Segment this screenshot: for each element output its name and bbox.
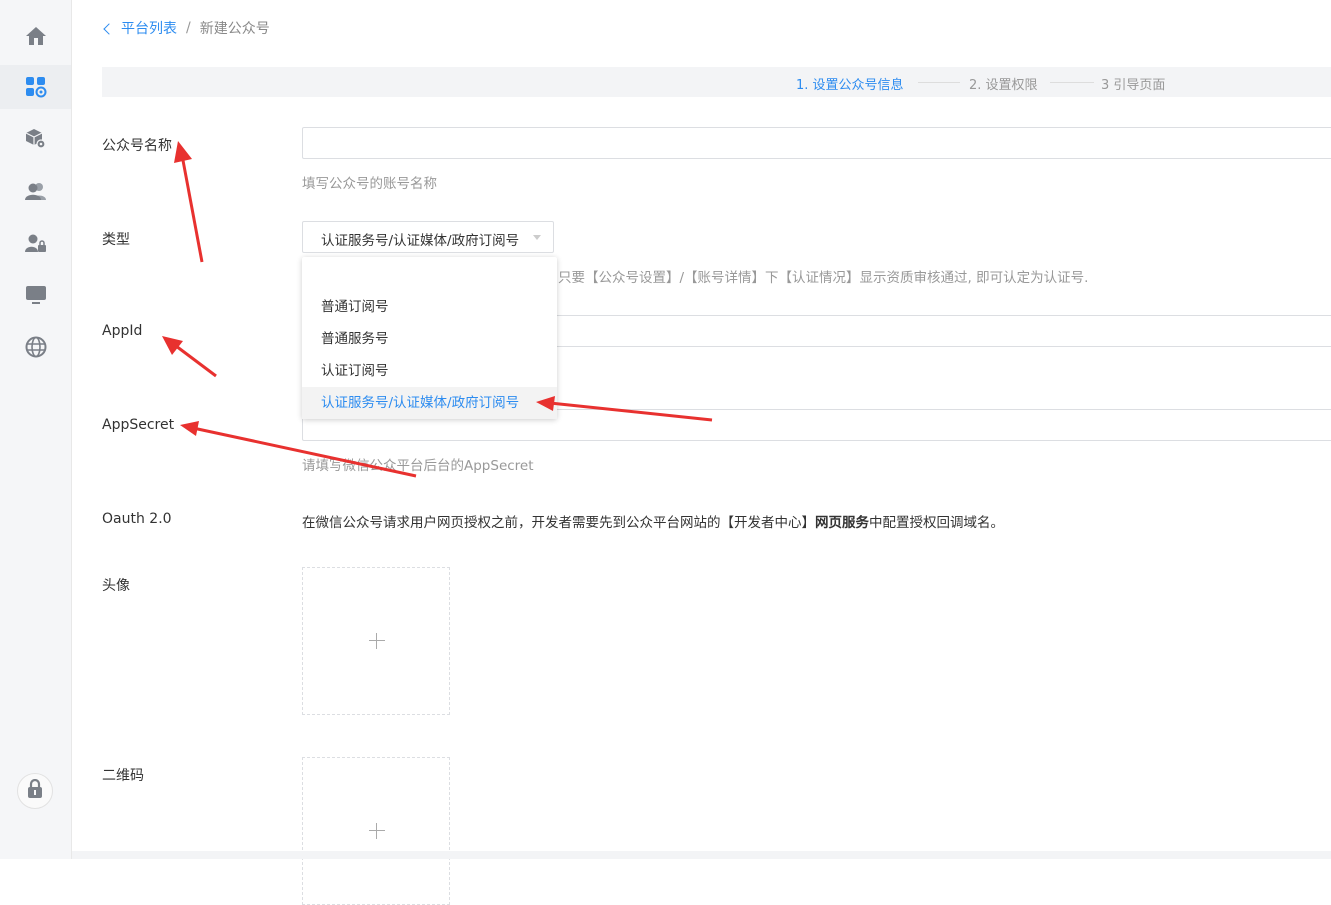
avatar-label: 头像 (102, 578, 130, 594)
breadcrumb-separator: / (186, 20, 191, 36)
step-1: 1. 设置公众号信息 (796, 78, 904, 93)
bottom-strip (72, 851, 1331, 859)
plus-icon (369, 633, 385, 649)
type-option[interactable]: 普通订阅号 (302, 291, 557, 323)
type-dropdown: 普通订阅号 普通服务号 认证订阅号 认证服务号/认证媒体/政府订阅号 (302, 257, 557, 419)
type-label: 类型 (102, 232, 130, 248)
qrcode-upload[interactable] (302, 757, 450, 905)
name-help: 填写公众号的账号名称 (302, 176, 437, 192)
apps-gear-icon (25, 76, 47, 98)
step-connector (1050, 82, 1094, 83)
cube-gear-icon (25, 128, 47, 150)
type-option[interactable]: 普通服务号 (302, 323, 557, 355)
sidebar-item-modules[interactable] (0, 117, 71, 161)
type-select[interactable]: 认证服务号/认证媒体/政府订阅号 (302, 221, 554, 253)
users-icon (24, 181, 47, 201)
sidebar-item-apps[interactable] (0, 65, 71, 109)
caret-down-icon (533, 235, 541, 240)
breadcrumb: 平台列表 / 新建公众号 (103, 18, 270, 38)
type-select-value: 认证服务号/认证媒体/政府订阅号 (321, 233, 520, 249)
home-icon (25, 26, 47, 46)
lock-button[interactable] (17, 773, 53, 809)
steps-bar: 1. 设置公众号信息 2. 设置权限 3 引导页面 (102, 67, 1331, 97)
step-2: 2. 设置权限 (969, 78, 1038, 93)
name-label: 公众号名称 (102, 138, 172, 154)
sidebar-item-home[interactable] (0, 14, 71, 58)
sidebar (0, 0, 72, 859)
oauth-description: 在微信公众号请求用户网页授权之前，开发者需要先到公众平台网站的【开发者中心】网页… (302, 511, 1004, 531)
monitor-icon (25, 285, 47, 305)
oauth-text-part: 在微信公众号请求用户网页授权之前，开发者需要先到公众平台网站的【开发者中心】 (302, 515, 815, 531)
breadcrumb-back-link[interactable]: 平台列表 (103, 18, 177, 38)
chevron-left-icon (103, 22, 115, 35)
appsecret-help: 请填写微信公众平台后台的AppSecret (302, 458, 534, 474)
step-3: 3 引导页面 (1101, 78, 1166, 93)
oauth-text-bold: 网页服务 (815, 515, 869, 531)
sidebar-item-users[interactable] (0, 169, 71, 213)
sidebar-item-global[interactable] (0, 325, 71, 369)
user-lock-icon (24, 233, 47, 253)
oauth-text-part: 中配置授权回调域名。 (869, 515, 1004, 531)
appid-label: AppId (102, 323, 143, 339)
globe-icon (25, 336, 47, 358)
qrcode-label: 二维码 (102, 768, 144, 784)
name-input[interactable] (302, 127, 1331, 159)
sidebar-item-monitor[interactable] (0, 273, 71, 317)
breadcrumb-current: 新建公众号 (199, 21, 270, 37)
sidebar-item-permissions[interactable] (0, 221, 71, 265)
plus-icon (369, 823, 385, 839)
type-help: 只要【公众号设置】/【账号详情】下【认证情况】显示资质审核通过, 即可认定为认证… (558, 270, 1089, 286)
step-connector (918, 82, 960, 83)
appsecret-label: AppSecret (102, 417, 175, 433)
main-content: 平台列表 / 新建公众号 1. 设置公众号信息 2. 设置权限 3 引导页面 公… (72, 0, 1331, 905)
oauth-label: Oauth 2.0 (102, 511, 172, 527)
breadcrumb-back-label: 平台列表 (121, 21, 177, 37)
lock-icon (26, 778, 44, 803)
avatar-upload[interactable] (302, 567, 450, 715)
type-option-selected[interactable]: 认证服务号/认证媒体/政府订阅号 (302, 387, 557, 419)
type-option[interactable]: 认证订阅号 (302, 355, 557, 387)
